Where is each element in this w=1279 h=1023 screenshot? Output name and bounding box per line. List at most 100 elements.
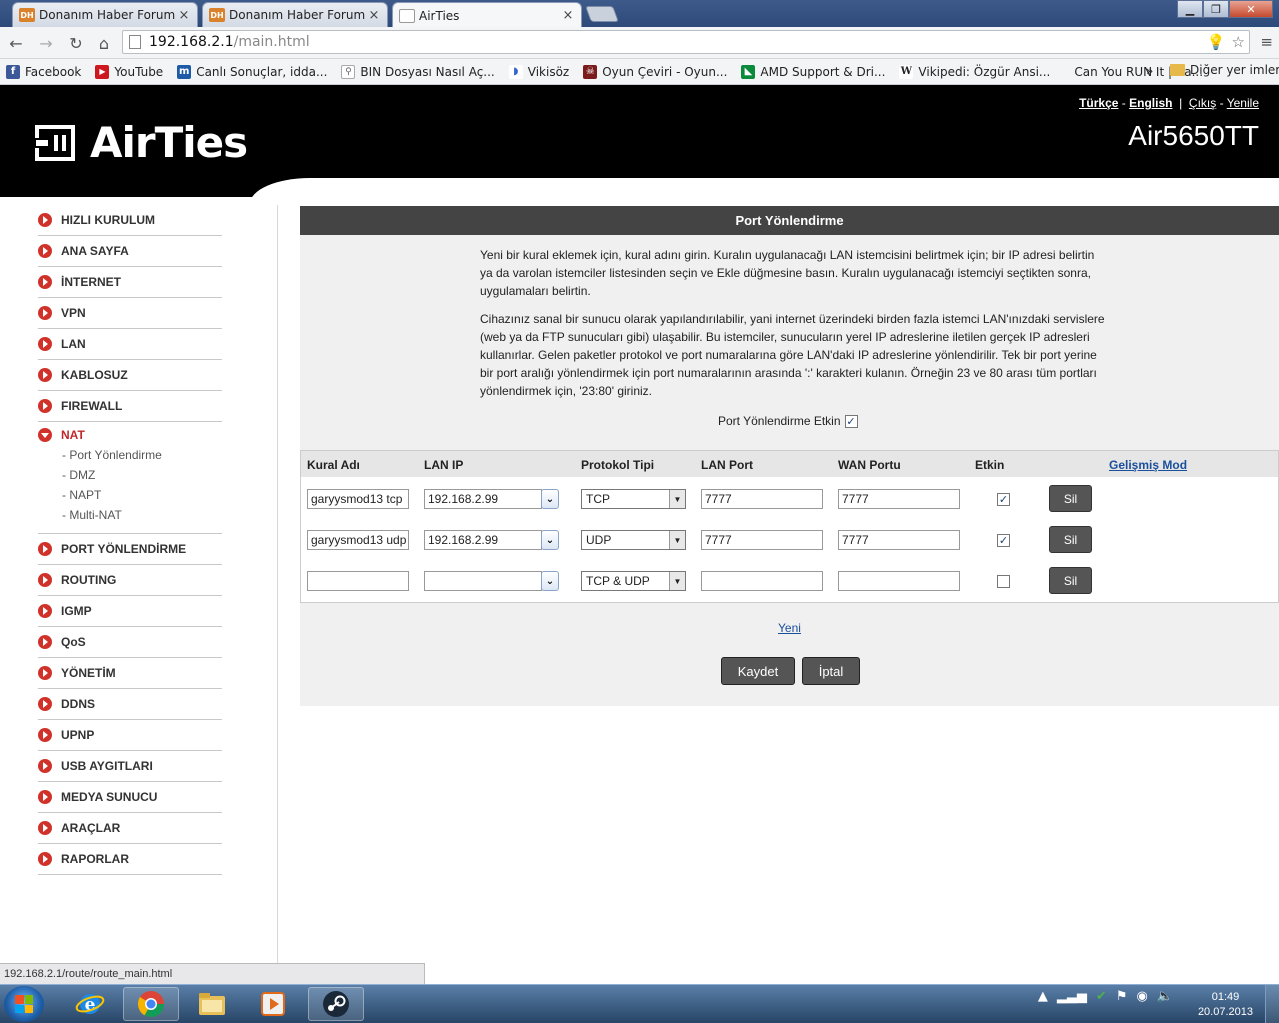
taskbar-clock[interactable]: 01:49 20.07.2013 bbox=[1198, 990, 1253, 1020]
file-explorer-icon[interactable] bbox=[184, 987, 240, 1021]
bookmark-label: Vikisöz bbox=[527, 64, 570, 79]
bookmark-youtube[interactable]: ▶ YouTube bbox=[95, 64, 163, 79]
bookmark-mackolik[interactable]: m Canlı Sonuçlar, idda... bbox=[177, 64, 327, 79]
forward-icon[interactable]: → bbox=[36, 33, 56, 53]
submenu-multi-nat[interactable]: - Multi-NAT bbox=[62, 505, 222, 525]
wan-port-input[interactable] bbox=[838, 571, 960, 591]
protocol-select[interactable]: TCP ▼ bbox=[581, 489, 686, 509]
bookmark-vikipedi[interactable]: W Vikipedi: Özgür Ansi... bbox=[899, 64, 1050, 79]
new-rule-link[interactable]: Yeni bbox=[778, 621, 801, 635]
lang-turkish-link[interactable]: Türkçe bbox=[1079, 96, 1118, 110]
protocol-select[interactable]: TCP & UDP ▼ bbox=[581, 571, 686, 591]
wan-port-input[interactable]: 7777 bbox=[838, 530, 960, 550]
sidebar-item-raporlar[interactable]: RAPORLAR bbox=[38, 844, 222, 875]
address-bar[interactable]: 192.168.2.1/main.html 💡 ☆ bbox=[122, 30, 1250, 54]
other-bookmarks-folder[interactable]: Diğer yer imleri bbox=[1170, 63, 1279, 77]
bookmark-label: Oyun Çeviri - Oyun... bbox=[602, 64, 728, 79]
tab-donanim-haber-2[interactable]: DH Donanım Haber Forum × bbox=[202, 2, 388, 27]
close-icon[interactable]: × bbox=[367, 8, 381, 23]
bookmark-oyun-ceviri[interactable]: ☠ Oyun Çeviri - Oyun... bbox=[583, 64, 728, 79]
rule-name-input[interactable]: garyysmod13 udp bbox=[307, 530, 409, 550]
sidebar-item-nat-header[interactable]: NAT bbox=[38, 428, 222, 442]
sidebar-item-medya-sunucu[interactable]: MEDYA SUNUCU bbox=[38, 782, 222, 813]
sidebar-item-kablosuz[interactable]: KABLOSUZ bbox=[38, 360, 222, 391]
delete-button[interactable]: Sil bbox=[1049, 567, 1092, 594]
refresh-link[interactable]: Yenile bbox=[1227, 96, 1259, 110]
start-button[interactable] bbox=[4, 986, 44, 1022]
sidebar-item-ana-sayfa[interactable]: ANA SAYFA bbox=[38, 236, 222, 267]
lang-english-link[interactable]: English bbox=[1129, 96, 1172, 110]
bookmark-bin-dosyasi[interactable]: ⚲ BIN Dosyası Nasıl Aç... bbox=[341, 64, 495, 79]
close-window-icon[interactable]: ✕ bbox=[1229, 0, 1273, 18]
restore-icon[interactable]: ❐ bbox=[1203, 0, 1229, 18]
sidebar-item-firewall[interactable]: FIREWALL bbox=[38, 391, 222, 422]
wan-port-input[interactable]: 7777 bbox=[838, 489, 960, 509]
action-center-flag-icon[interactable]: ⚑ bbox=[1116, 989, 1128, 1004]
lan-ip-input[interactable]: 192.168.2.99 bbox=[424, 530, 542, 550]
rule-enabled-checkbox[interactable] bbox=[997, 575, 1010, 588]
sidebar-item-port-yonlendirme[interactable]: PORT YÖNLENDİRME bbox=[38, 534, 222, 565]
sidebar-item-ddns[interactable]: DDNS bbox=[38, 689, 222, 720]
enable-checkbox[interactable]: ✓ bbox=[844, 414, 858, 428]
bookmark-amd[interactable]: ◣ AMD Support & Dri... bbox=[741, 64, 885, 79]
new-tab-button[interactable] bbox=[585, 6, 619, 22]
sidebar-item-igmp[interactable]: IGMP bbox=[38, 596, 222, 627]
bookmarks-overflow-button[interactable]: » bbox=[1146, 64, 1153, 78]
close-icon[interactable]: × bbox=[177, 8, 191, 23]
reload-icon[interactable]: ↻ bbox=[66, 33, 86, 53]
security-check-icon[interactable]: ✔ bbox=[1096, 989, 1107, 1004]
internet-explorer-icon[interactable]: e bbox=[62, 987, 118, 1021]
app-tray-icon[interactable]: ◉ bbox=[1136, 989, 1147, 1004]
minimize-icon[interactable]: ▁ bbox=[1177, 0, 1203, 18]
submenu-napt[interactable]: - NAPT bbox=[62, 485, 222, 505]
submenu-dmz[interactable]: - DMZ bbox=[62, 465, 222, 485]
tab-donanim-haber-1[interactable]: DH Donanım Haber Forum × bbox=[12, 2, 198, 27]
sidebar-item-internet[interactable]: İNTERNET bbox=[38, 267, 222, 298]
steam-icon[interactable] bbox=[308, 987, 364, 1021]
rule-enabled-checkbox[interactable]: ✓ bbox=[997, 534, 1010, 547]
sidebar-item-vpn[interactable]: VPN bbox=[38, 298, 222, 329]
rule-name-input[interactable]: garyysmod13 tcp bbox=[307, 489, 409, 509]
bookmark-vikisoz[interactable]: ◗ Vikisöz bbox=[508, 64, 570, 79]
tray-expand-icon[interactable]: ▲ bbox=[1038, 989, 1048, 1004]
rule-enabled-checkbox[interactable]: ✓ bbox=[997, 493, 1010, 506]
cancel-button[interactable]: İptal bbox=[802, 657, 860, 685]
bookmark-facebook[interactable]: f Facebook bbox=[6, 64, 81, 79]
lightbulb-icon[interactable]: 💡 bbox=[1207, 33, 1226, 51]
lan-ip-input[interactable] bbox=[424, 571, 542, 591]
sidebar-item-hizli-kurulum[interactable]: HIZLI KURULUM bbox=[38, 205, 222, 236]
home-icon[interactable]: ⌂ bbox=[94, 33, 114, 53]
rule-name-input[interactable] bbox=[307, 571, 409, 591]
sidebar-item-yonetim[interactable]: YÖNETİM bbox=[38, 658, 222, 689]
star-icon[interactable]: ☆ bbox=[1232, 33, 1245, 51]
protocol-select[interactable]: UDP ▼ bbox=[581, 530, 686, 550]
delete-button[interactable]: Sil bbox=[1049, 526, 1092, 553]
chevron-down-icon[interactable]: ⌄ bbox=[541, 571, 559, 591]
close-icon[interactable]: × bbox=[561, 8, 575, 23]
sidebar-item-usb-aygitlari[interactable]: USB AYGITLARI bbox=[38, 751, 222, 782]
sidebar-item-lan[interactable]: LAN bbox=[38, 329, 222, 360]
lan-port-input[interactable]: 7777 bbox=[701, 530, 823, 550]
lan-ip-input[interactable]: 192.168.2.99 bbox=[424, 489, 542, 509]
sidebar-item-araclar[interactable]: ARAÇLAR bbox=[38, 813, 222, 844]
save-button[interactable]: Kaydet bbox=[721, 657, 795, 685]
wrench-menu-icon[interactable]: ≡ bbox=[1260, 33, 1273, 51]
show-desktop-button[interactable] bbox=[1265, 985, 1279, 1023]
chevron-down-icon[interactable]: ⌄ bbox=[541, 530, 559, 550]
back-icon[interactable]: ← bbox=[6, 33, 26, 53]
chevron-down-icon[interactable]: ⌄ bbox=[541, 489, 559, 509]
media-player-icon[interactable] bbox=[245, 987, 301, 1021]
advanced-mode-link[interactable]: Gelişmiş Mod bbox=[1109, 458, 1187, 472]
delete-button[interactable]: Sil bbox=[1049, 485, 1092, 512]
volume-icon[interactable]: 🔈 bbox=[1157, 989, 1173, 1004]
sidebar-item-upnp[interactable]: UPNP bbox=[38, 720, 222, 751]
logout-link[interactable]: Çıkış bbox=[1189, 96, 1216, 110]
sidebar-item-qos[interactable]: QoS bbox=[38, 627, 222, 658]
tab-airties[interactable]: AirTies × bbox=[392, 2, 582, 28]
lan-port-input[interactable] bbox=[701, 571, 823, 591]
network-signal-icon[interactable]: ▂▃▅ bbox=[1057, 989, 1087, 1004]
chrome-icon[interactable] bbox=[123, 987, 179, 1021]
lan-port-input[interactable]: 7777 bbox=[701, 489, 823, 509]
submenu-port-yonlendirme[interactable]: - Port Yönlendirme bbox=[62, 445, 222, 465]
sidebar-item-routing[interactable]: ROUTING bbox=[38, 565, 222, 596]
